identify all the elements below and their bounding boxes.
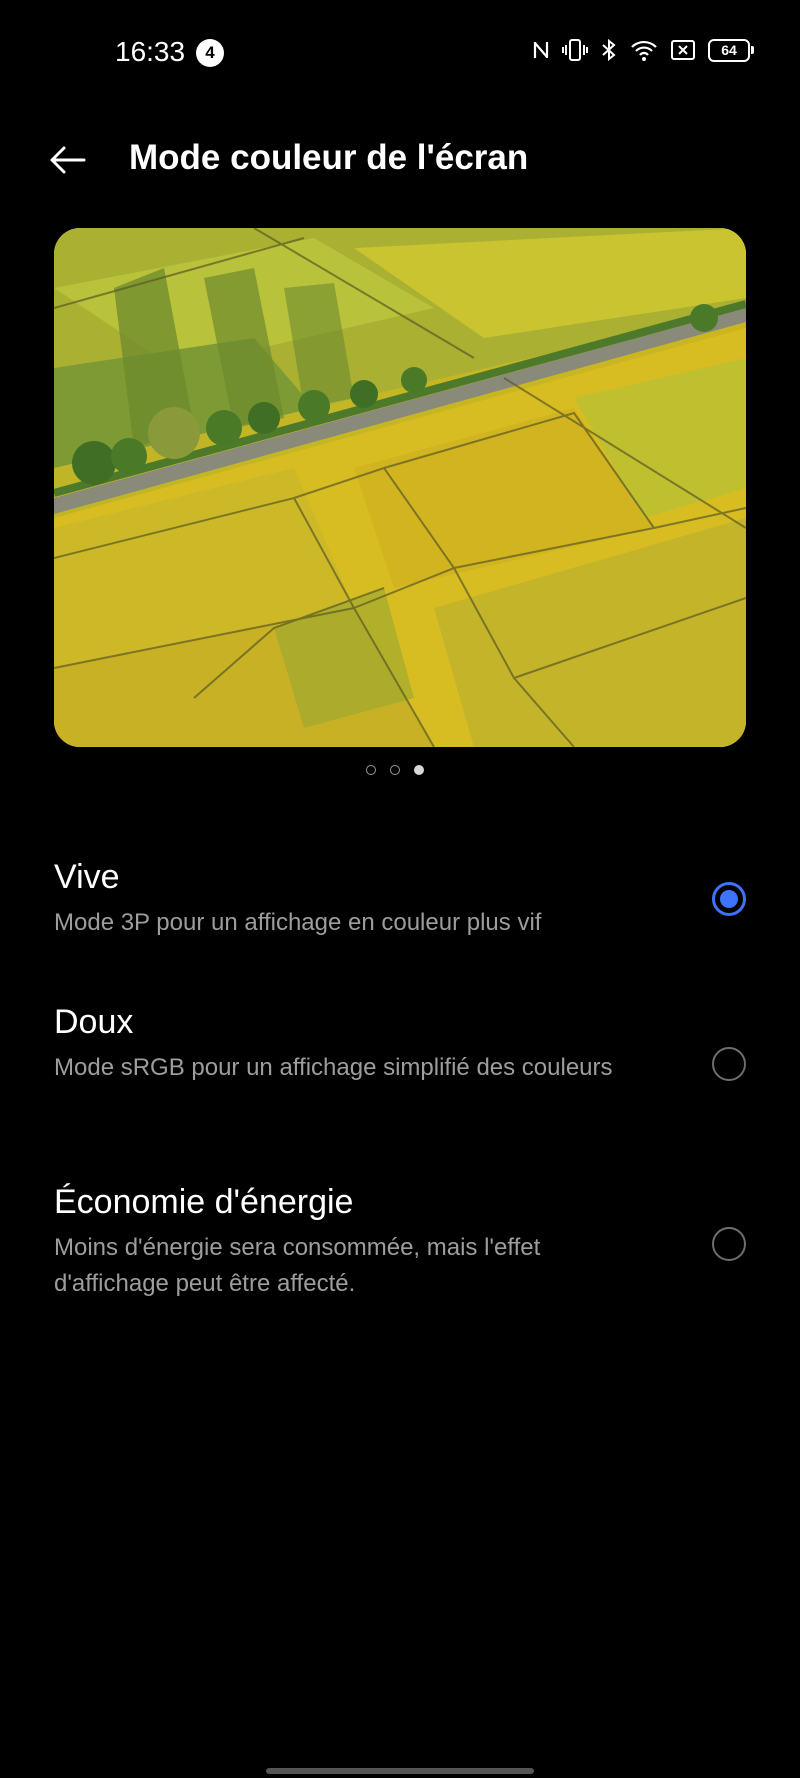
radio-unselected[interactable] [712,1047,746,1081]
radio-unselected[interactable] [712,1227,746,1261]
page-title: Mode couleur de l'écran [129,138,529,177]
battery-icon: 64 [708,38,754,62]
vibrate-icon [562,38,588,62]
option-title: Doux [54,1003,134,1041]
radio-selected[interactable] [712,882,746,916]
status-icons: 64 [532,38,754,62]
bluetooth-icon [600,38,618,62]
wifi-icon [630,38,658,62]
rice-field-illustration [54,228,746,747]
pager-dot[interactable] [390,765,400,775]
option-title: Vive [54,858,120,896]
nfc-icon [532,38,550,62]
option-vive[interactable]: Vive Mode 3P pour un affichage en couleu… [54,858,746,941]
home-indicator[interactable] [266,1768,534,1774]
pager-dot-active[interactable] [414,765,424,775]
option-doux[interactable]: Doux Mode sRGB pour un affichage simplif… [54,1003,746,1086]
option-description: Moins d'énergie sera consommée, mais l'e… [54,1234,541,1297]
preview-image[interactable] [54,228,746,747]
status-time: 16:33 [115,36,186,67]
option-economie-energie[interactable]: Économie d'énergie Moins d'énergie sera … [54,1183,746,1302]
option-description: Mode sRGB pour un affichage simplifié de… [54,1054,613,1081]
sim-off-icon [670,38,696,62]
preview-pager [366,765,424,775]
back-arrow-icon [44,146,96,186]
app-bar: Mode couleur de l'écran [0,120,800,200]
option-title: Économie d'énergie [54,1183,354,1221]
back-button[interactable] [44,138,96,182]
notification-badge: 4 [196,39,224,67]
pager-dot[interactable] [366,765,376,775]
status-bar: 16:33 4 64 [0,0,800,106]
option-description: Mode 3P pour un affichage en couleur plu… [54,909,542,936]
